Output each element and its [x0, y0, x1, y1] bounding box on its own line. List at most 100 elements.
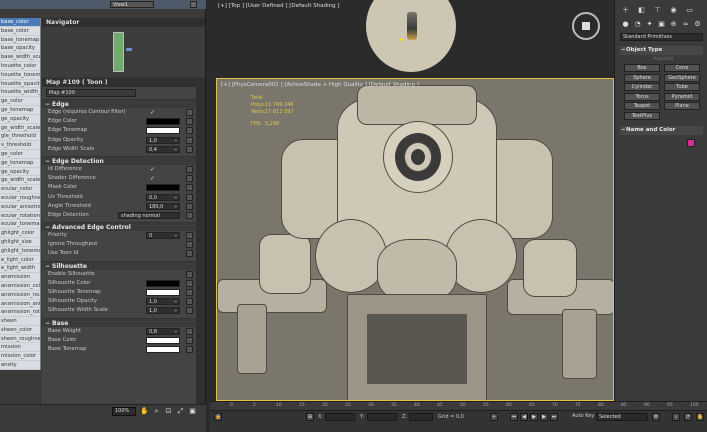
orbit-icon[interactable]: ⟳ [684, 413, 692, 421]
map-slot-button[interactable] [186, 345, 193, 353]
pan-view-icon[interactable]: ✋ [696, 413, 704, 421]
color-swatch[interactable] [146, 184, 180, 192]
numeric-spinner[interactable]: 1,0 [146, 307, 180, 315]
map-slot-button[interactable] [186, 175, 193, 183]
node-list-item[interactable]: ge_opacity [0, 115, 40, 124]
numeric-spinner[interactable]: 1,0 [146, 298, 180, 306]
numeric-spinner[interactable]: 0,0 [146, 193, 180, 201]
hierarchy-tab-icon[interactable]: ⊤ [653, 6, 662, 15]
object-button-tube[interactable]: Tube [664, 83, 700, 91]
object-button-cone[interactable]: Cone [664, 64, 700, 72]
node-list-item[interactable]: ansity [0, 361, 40, 370]
map-slot-button[interactable] [186, 184, 193, 192]
camera-viewport[interactable]: [+] [PhysCamera001 ] [ActiveShade + High… [216, 78, 614, 401]
next-frame-icon[interactable]: ▶ [540, 413, 548, 421]
map-slot-button[interactable] [186, 136, 193, 144]
node-list-item[interactable]: ecular_color [0, 185, 40, 194]
object-button-textplus[interactable]: TextPlus [624, 111, 660, 120]
node-parameter-list[interactable]: base_color base_color base_tonemap base_opa… [0, 18, 41, 370]
map-slot-button[interactable] [186, 127, 193, 135]
node-list-item[interactable]: e_light_color [0, 256, 40, 265]
node-list-item[interactable]: houette_width_sc [0, 88, 40, 98]
node-list-item[interactable]: mission [0, 343, 40, 353]
map-slot-button[interactable] [186, 279, 193, 287]
node-list-item[interactable]: ge_tonemap [0, 106, 40, 115]
pan-hand-icon[interactable]: ✋ [140, 407, 149, 416]
numeric-spinner[interactable]: 180,0 [146, 202, 180, 210]
viewcube-icon[interactable] [572, 12, 600, 40]
map-slot-button[interactable] [186, 232, 193, 240]
color-swatch[interactable] [146, 336, 180, 344]
color-swatch[interactable] [146, 345, 180, 353]
section-edge[interactable]: Edge [42, 99, 205, 108]
shapes-icon[interactable]: ◔ [633, 20, 642, 29]
node-list-item[interactable]: sheen [0, 317, 40, 326]
lock-selection-icon[interactable]: 🔒 [214, 413, 222, 421]
color-swatch[interactable] [146, 289, 180, 296]
color-swatch[interactable] [146, 127, 180, 135]
autogrid-checkbox[interactable]: AutoGrid [653, 57, 673, 62]
go-to-start-icon[interactable]: ⏮ [510, 413, 518, 421]
object-button-plane[interactable]: Plane [664, 102, 700, 110]
map-slot-button[interactable] [186, 145, 193, 153]
modify-tab-icon[interactable]: ◧ [637, 6, 646, 15]
timeline-ruler[interactable]: 0 5 10 15 20 25 30 35 40 45 50 55 60 65 70 75 80 85 90 95 10… [210, 401, 707, 410]
cameras-icon[interactable]: ▣ [657, 20, 666, 29]
previous-frame-icon[interactable]: ◀ [520, 413, 528, 421]
map-slot-button[interactable] [186, 270, 193, 278]
node-list-item[interactable]: houette_tonemap [0, 71, 40, 80]
go-to-end-icon[interactable]: ⏭ [550, 413, 558, 421]
motion-tab-icon[interactable]: ◉ [669, 6, 678, 15]
numeric-spinner[interactable]: 0 [146, 232, 180, 240]
spacewarps-icon[interactable]: ≈ [681, 20, 690, 29]
node-list-item[interactable]: ghlight_tonemap [0, 247, 40, 256]
object-button-geosphere[interactable]: GeoSphere [664, 73, 700, 82]
node-list-item[interactable]: ansmission_color [0, 282, 40, 291]
z-coordinate-field[interactable] [409, 413, 433, 421]
view-tab[interactable]: View1 [110, 1, 154, 8]
node-list-item[interactable]: base_color [0, 27, 40, 36]
map-slot-button[interactable] [186, 298, 193, 306]
node-list-item[interactable]: ansmission [0, 273, 40, 282]
display-tab-icon[interactable]: ▭ [685, 6, 694, 15]
zoom-icon[interactable]: ⌕ [152, 407, 161, 416]
parameter-scrollbar[interactable] [196, 78, 205, 404]
map-slot-button[interactable] [186, 193, 193, 201]
checkbox[interactable]: ✓ [150, 108, 155, 117]
node-list-item[interactable]: ghlight_color [0, 229, 40, 238]
x-coordinate-field[interactable] [325, 413, 355, 421]
node-list-item[interactable]: mission_color [0, 352, 40, 362]
node-list-item[interactable]: ecular_roughness [0, 194, 40, 203]
add-time-tag-icon[interactable]: + [490, 413, 498, 421]
map-name-field[interactable]: Map #109 [46, 89, 136, 97]
edge-detection-dropdown[interactable]: shading normal [118, 211, 180, 219]
camera-viewport-label[interactable]: [+] [PhysCamera001 ] [ActiveShade + High… [221, 82, 419, 88]
numeric-spinner[interactable]: 0,8 [146, 327, 180, 335]
node-list-item[interactable]: gle_threshold [0, 132, 40, 142]
node-list-item[interactable]: e_light_width [0, 264, 40, 274]
y-coordinate-field[interactable] [367, 413, 397, 421]
map-slot-button[interactable] [186, 165, 193, 173]
node-list-item[interactable]: ge_width_scale [0, 124, 40, 133]
lights-icon[interactable]: ✦ [645, 20, 654, 29]
object-button-teapot[interactable]: Teapot [624, 102, 660, 110]
checkbox[interactable]: ✓ [150, 174, 155, 183]
node-list-item[interactable]: ge_opacity [0, 168, 40, 177]
node-list-item[interactable]: ecular_tonemap [0, 220, 40, 230]
map-slot-button[interactable] [186, 211, 193, 219]
node-list-item[interactable]: base_width_scale [0, 53, 40, 62]
node-list-item[interactable]: houette_color [0, 62, 40, 71]
numeric-spinner[interactable]: 0,4 [146, 145, 180, 153]
section-silhouette[interactable]: Silhouette [42, 260, 205, 270]
play-icon[interactable]: ▶ [530, 413, 538, 421]
map-slot-button[interactable] [186, 327, 193, 335]
geometry-icon[interactable]: ● [621, 20, 630, 29]
object-button-pyramid[interactable]: Pyramid [664, 92, 700, 101]
close-icon[interactable] [190, 1, 197, 8]
map-slot-button[interactable] [186, 241, 193, 249]
color-swatch[interactable] [146, 118, 180, 126]
node-list-item[interactable]: ansmission_anisotr [0, 300, 40, 309]
object-button-cylinder[interactable]: Cylinder [624, 83, 660, 91]
node-list-item[interactable]: v_threshold [0, 141, 40, 150]
object-type-rollout[interactable]: Object Type [620, 46, 703, 55]
